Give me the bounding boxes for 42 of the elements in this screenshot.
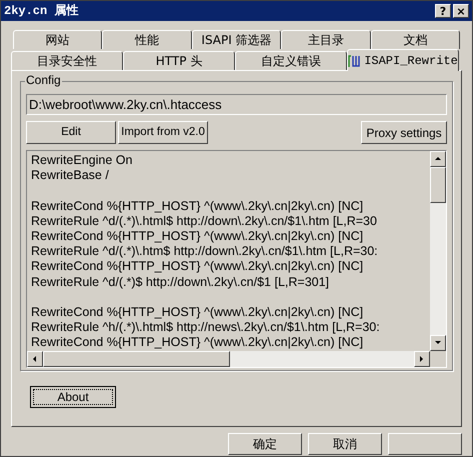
config-button[interactable]: Import from v2.0 (118, 121, 208, 144)
code-line: RewriteCond %{HTTP_HOST} ^(www\.2ky\.cn|2ky\.cn) [NC] (31, 335, 364, 351)
dialog-button[interactable]: 取消 (308, 433, 382, 455)
code-line: RewriteRule ^d/(.*)$ http://down\.2ky\.cn/$1 [L,R=301] (31, 274, 330, 290)
dialog-button[interactable]: 确定 (228, 433, 302, 455)
tab[interactable]: 文档 (370, 30, 460, 49)
scroll-arrow-button[interactable] (27, 351, 43, 367)
window-title: 2ky.cn 属性 (4, 3, 78, 20)
editor-area[interactable] (26, 150, 447, 368)
code-line: RewriteBase / (31, 168, 109, 184)
tab[interactable]: 网站 (13, 30, 102, 49)
scroll-thumb[interactable] (430, 167, 446, 203)
code-line: RewriteRule ^h/(.*)\.html$ http://news\.2ky\.cn/$1\.htm [L,R=30: (31, 320, 380, 336)
scroll-thumb[interactable] (43, 351, 230, 367)
scroll-arrow-button[interactable] (414, 351, 430, 367)
scroll-arrow-button[interactable] (430, 335, 446, 351)
title-bar-button[interactable]: ? (435, 4, 451, 18)
code-line: RewriteCond %{HTTP_HOST} ^(www\.2ky\.cn|2ky\.cn) [NC] (31, 229, 364, 244)
proxy-settings-button[interactable]: Proxy settings (361, 121, 447, 144)
code-line: RewriteCond %{HTTP_HOST} ^(www\.2ky\.cn|2ky\.cn) [NC] (31, 259, 364, 275)
dialog-button[interactable] (388, 433, 462, 455)
code-line: RewriteCond %{HTTP_HOST} ^(www\.2ky\.cn|2ky\.cn) [NC] (31, 305, 364, 320)
tab[interactable]: 目录安全性 (11, 51, 123, 70)
tab[interactable]: 性能 (102, 30, 192, 49)
horizontal-scrollbar[interactable] (27, 351, 430, 367)
tab[interactable]: 自定义错误 (235, 51, 347, 70)
tab[interactable]: 主目录 (281, 30, 371, 49)
code-line: RewriteEngine On (31, 153, 132, 168)
code-line: RewriteCond %{HTTP_HOST} ^(www\.2ky\.cn|2ky\.cn) [NC] (31, 198, 364, 214)
tab[interactable]: HTTP 头 (123, 51, 235, 70)
config-button[interactable]: Edit (26, 121, 116, 144)
group-title: Config (25, 74, 62, 86)
tab[interactable]: ISAPI 筛选器 (192, 30, 282, 49)
path-field[interactable]: D:\webroot\www.2ky.cn\.htaccess (26, 94, 447, 115)
tab[interactable]: ISAPI_Rewrite (347, 49, 459, 71)
code-line: RewriteRule ^d/(.*)\.html$ http://down\.2ky\.cn/$1\.htm [L,R=30 (31, 214, 377, 229)
rewrite-icon (348, 54, 360, 68)
scroll-arrow-button[interactable] (430, 151, 446, 167)
vertical-scrollbar[interactable] (430, 151, 446, 351)
code-line: RewriteRule ^d/(.*)\.htm$ http://down\.2ky\.cn/$1\.htm [L,R=30: (31, 244, 378, 260)
about-button[interactable]: About (30, 386, 116, 408)
title-bar-button[interactable]: × (453, 4, 469, 18)
